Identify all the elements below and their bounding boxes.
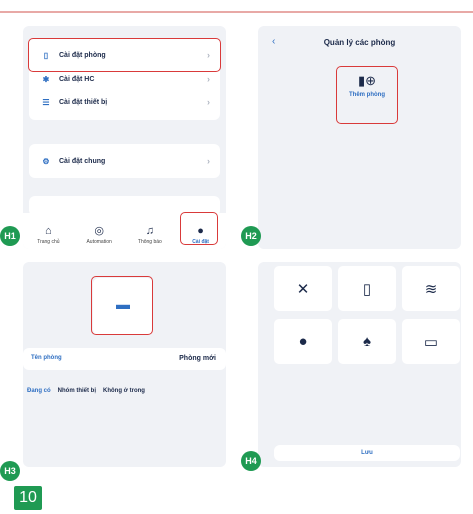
step-badge-h3: H3: [0, 461, 20, 481]
box-icon: ▭: [423, 333, 439, 351]
tile-fridge[interactable]: ▯: [338, 266, 396, 311]
general-settings-card: ⚙ Cài đặt chung ›: [29, 144, 220, 178]
chevron-right-icon: ›: [207, 97, 210, 107]
gear-icon: ⚙: [42, 156, 50, 166]
tile-box[interactable]: ▭: [402, 319, 460, 364]
trees-icon: ♠: [363, 333, 371, 350]
page-title: Quản lý các phòng: [323, 38, 396, 47]
settings-item-label: Cài đặt chung: [59, 157, 106, 165]
settings-screen: ▯ Cài đặt phòng › ✱ Cài đặt HC › ☰ Cài đ…: [23, 26, 226, 249]
highlight-room-icon: [91, 276, 153, 335]
room-name-label: Tên phòng: [31, 355, 62, 361]
highlight-settings-tab: [180, 212, 218, 245]
tools-icon: ✕: [296, 280, 310, 298]
new-room-screen: ▬ Tên phòng Phòng mới Đang có Nhóm thiết…: [23, 262, 226, 467]
tile-tools[interactable]: ✕: [274, 266, 332, 311]
home-icon: ⌂: [45, 225, 52, 237]
room-name-value: Phòng mới: [179, 355, 216, 362]
add-room-icon: ▮⊕: [357, 73, 377, 88]
tile-trees[interactable]: ♠: [338, 319, 396, 364]
pool-icon: ≋: [424, 280, 438, 298]
settings-item-label: Cài đặt thiết bị: [59, 98, 108, 106]
fridge-icon: ▯: [362, 280, 372, 298]
chevron-right-icon: ›: [207, 74, 210, 84]
save-button[interactable]: Lưu: [274, 445, 460, 461]
step-badge-h1: H1: [0, 226, 20, 246]
tab-device-groups[interactable]: Nhóm thiết bị: [58, 388, 96, 394]
automation-icon: ◎: [94, 225, 104, 237]
tile-lamp[interactable]: ●: [274, 319, 332, 364]
tile-pool[interactable]: ≋: [402, 266, 460, 311]
add-room-label: Thêm phòng: [349, 92, 385, 98]
tab-label: Thông báo: [137, 239, 162, 245]
chevron-right-icon: ›: [207, 156, 210, 166]
room-tabs: Đang có Nhóm thiết bị Không ở trong: [27, 388, 145, 394]
highlight-room-settings: [28, 38, 221, 72]
room-icon-selection-screen: ✕ ▯ ≋ ● ♠ ▭ Lưu: [258, 262, 461, 467]
top-divider: [0, 11, 473, 13]
tab-present[interactable]: Đang có: [27, 388, 51, 394]
step-badge-h4: H4: [241, 451, 261, 471]
tab-home[interactable]: ⌂ Trang chủ: [28, 225, 68, 245]
tab-not-in-room[interactable]: Không ở trong: [103, 388, 145, 394]
device-icon: ☰: [42, 97, 50, 107]
step-badge-h2: H2: [241, 226, 261, 246]
tab-notifications[interactable]: ♫ Thông báo: [130, 225, 170, 245]
tab-label: Trang chủ: [37, 239, 60, 245]
add-room-button[interactable]: ▮⊕ Thêm phòng: [340, 73, 394, 99]
bluetooth-icon: ✱: [42, 74, 50, 84]
room-name-field[interactable]: Tên phòng Phòng mới: [23, 348, 226, 370]
bell-icon: ♫: [145, 225, 154, 237]
settings-item-label: Cài đặt HC: [59, 75, 95, 83]
settings-item-general[interactable]: ⚙ Cài đặt chung ›: [29, 150, 220, 172]
room-management-screen: ‹ Quản lý các phòng ▮⊕ Thêm phòng: [258, 26, 461, 249]
lamp-icon: ●: [298, 333, 308, 350]
page-number: 10: [14, 486, 42, 510]
tab-label: Automation: [86, 239, 112, 245]
tab-automation[interactable]: ◎ Automation: [79, 225, 119, 245]
settings-item-device[interactable]: ☰ Cài đặt thiết bị ›: [29, 91, 220, 113]
